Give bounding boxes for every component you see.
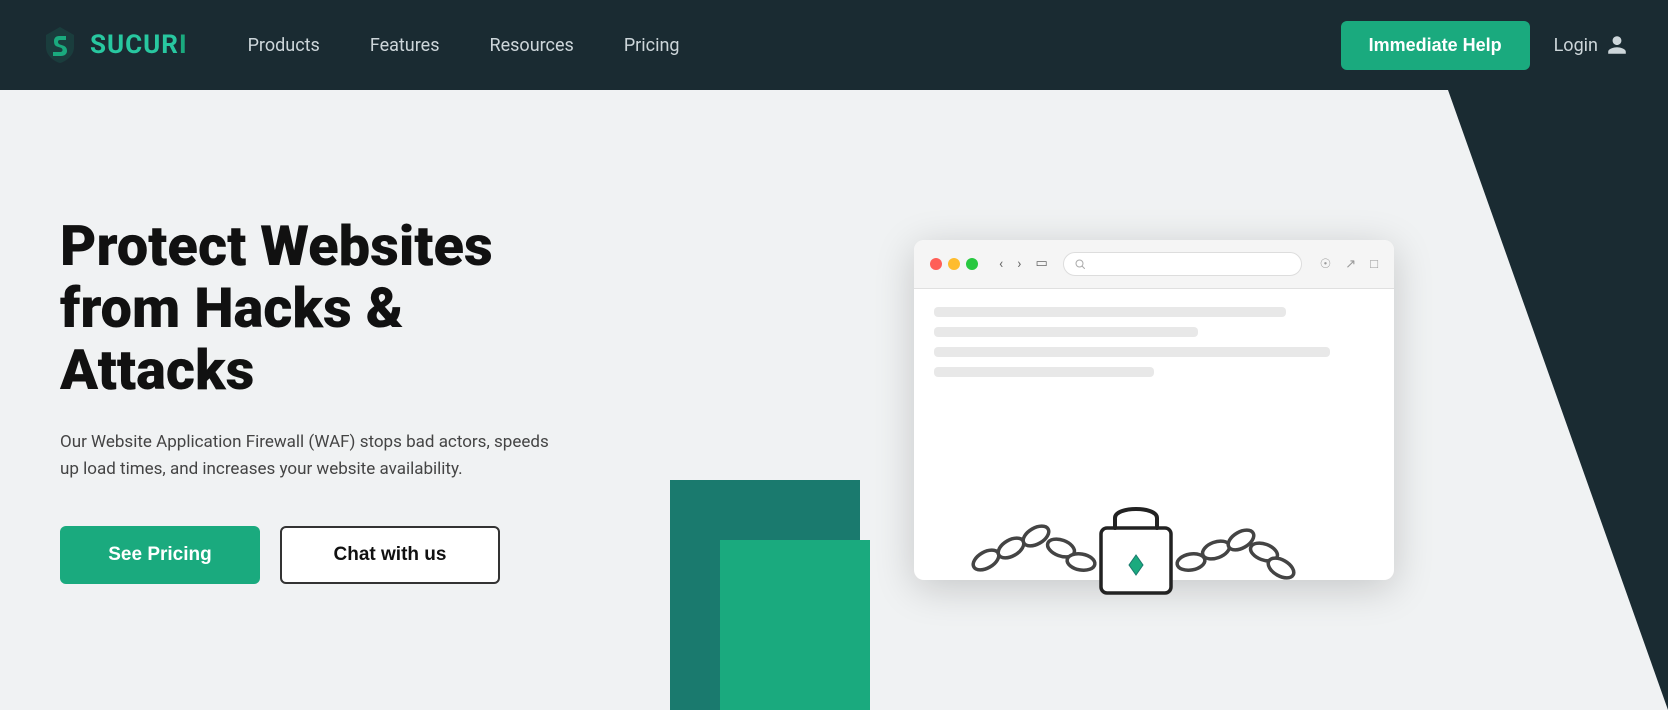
nav-links: Products Features Resources Pricing <box>248 35 1341 56</box>
hero-headline: Protect Websites from Hacks & Attacks <box>60 216 600 401</box>
browser-nav-buttons: ‹ › ▭ <box>994 254 1053 274</box>
logo-icon <box>40 25 80 65</box>
content-line-1 <box>934 307 1286 317</box>
hero-subtext: Our Website Application Firewall (WAF) s… <box>60 429 560 483</box>
tab-button[interactable]: ▭ <box>1030 254 1052 274</box>
traffic-light-yellow <box>948 258 960 270</box>
hero-content: Protect Websites from Hacks & Attacks Ou… <box>0 90 640 710</box>
expand-icon: □ <box>1370 256 1378 272</box>
chat-with-us-button[interactable]: Chat with us <box>280 526 500 584</box>
see-pricing-button[interactable]: See Pricing <box>60 526 260 584</box>
logo[interactable]: SUCURi <box>40 25 188 65</box>
hero-section: Protect Websites from Hacks & Attacks Ou… <box>0 90 1668 710</box>
shield-icon: ☉ <box>1320 257 1332 272</box>
hero-buttons: See Pricing Chat with us <box>60 526 600 584</box>
traffic-light-red <box>930 258 942 270</box>
nav-link-features[interactable]: Features <box>370 35 440 56</box>
logo-text: SUCURi <box>90 30 188 60</box>
nav-link-resources[interactable]: Resources <box>490 35 574 56</box>
content-line-3 <box>934 347 1330 357</box>
lock-chain-illustration <box>926 440 1306 640</box>
login-label: Login <box>1554 35 1598 56</box>
nav-link-pricing[interactable]: Pricing <box>624 35 680 56</box>
nav-right: Immediate Help Login <box>1341 21 1628 70</box>
teal-block-front <box>720 540 870 710</box>
back-button[interactable]: ‹ <box>994 254 1008 274</box>
forward-button[interactable]: › <box>1012 254 1026 274</box>
user-icon <box>1606 34 1628 56</box>
address-bar[interactable] <box>1063 252 1302 276</box>
traffic-lights <box>930 258 978 270</box>
navbar: SUCURi Products Features Resources Prici… <box>0 0 1668 90</box>
content-line-4 <box>934 367 1154 377</box>
immediate-help-button[interactable]: Immediate Help <box>1341 21 1530 70</box>
browser-window: ‹ › ▭ ☉ ↗ □ <box>914 240 1394 580</box>
search-icon <box>1074 258 1086 270</box>
login-link[interactable]: Login <box>1554 34 1628 56</box>
nav-link-products[interactable]: Products <box>248 35 320 56</box>
share-icon: ↗ <box>1345 257 1356 272</box>
browser-toolbar: ‹ › ▭ ☉ ↗ □ <box>914 240 1394 289</box>
content-line-2 <box>934 327 1198 337</box>
hero-illustration: ‹ › ▭ ☉ ↗ □ <box>640 90 1668 710</box>
traffic-light-green <box>966 258 978 270</box>
